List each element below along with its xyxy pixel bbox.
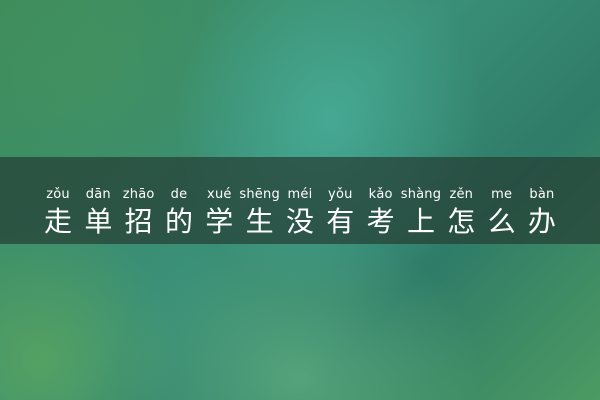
- title-char: zhāo 招: [121, 187, 157, 239]
- cover-image: zǒu 走 dān 单 zhāo 招 de 的 xué 学 shēng 生 mé…: [0, 0, 600, 400]
- hanzi-char: 考: [366, 205, 395, 238]
- pinyin-label: shàng: [400, 187, 442, 202]
- hanzi-char: 么: [487, 205, 516, 238]
- title-char: zǒu 走: [40, 187, 76, 239]
- hanzi-char: 单: [84, 205, 113, 238]
- hanzi-char: 没: [285, 205, 314, 238]
- pinyin-label: shēng: [239, 187, 280, 202]
- hanzi-char: 生: [245, 205, 274, 238]
- pinyin-label: kǎo: [368, 187, 393, 202]
- title-char: yǒu 有: [322, 187, 358, 239]
- hanzi-char: 走: [43, 205, 72, 238]
- pinyin-label: me: [491, 187, 513, 202]
- hanzi-char: 怎: [447, 205, 476, 238]
- title-char: méi 没: [282, 187, 318, 239]
- pinyin-label: zěn: [449, 187, 474, 202]
- title-char: shēng 生: [239, 187, 280, 239]
- title-char: dān 单: [80, 187, 116, 239]
- pinyin-label: yǒu: [328, 187, 353, 202]
- title-char: shàng 上: [400, 187, 442, 239]
- title-char: zěn 怎: [443, 187, 479, 239]
- pinyin-label: méi: [287, 187, 313, 202]
- title-char: bàn 办: [524, 187, 560, 239]
- title-char: kǎo 考: [363, 187, 399, 239]
- hanzi-char: 办: [527, 205, 556, 238]
- hanzi-char: 有: [326, 205, 355, 238]
- pinyin-label: zhāo: [122, 187, 155, 202]
- hanzi-char: 的: [164, 205, 193, 238]
- pinyin-title: zǒu 走 dān 单 zhāo 招 de 的 xué 学 shēng 生 mé…: [40, 183, 560, 239]
- pinyin-label: de: [170, 187, 188, 202]
- hanzi-char: 学: [205, 205, 234, 238]
- pinyin-label: xué: [207, 187, 232, 202]
- pinyin-label: bàn: [529, 187, 555, 202]
- title-char: me 么: [484, 187, 520, 239]
- pinyin-label: dān: [85, 187, 111, 202]
- title-char: de 的: [161, 187, 197, 239]
- pinyin-label: zǒu: [46, 187, 70, 202]
- hanzi-char: 招: [124, 205, 153, 238]
- title-char: xué 学: [201, 187, 237, 239]
- hanzi-char: 上: [406, 205, 435, 238]
